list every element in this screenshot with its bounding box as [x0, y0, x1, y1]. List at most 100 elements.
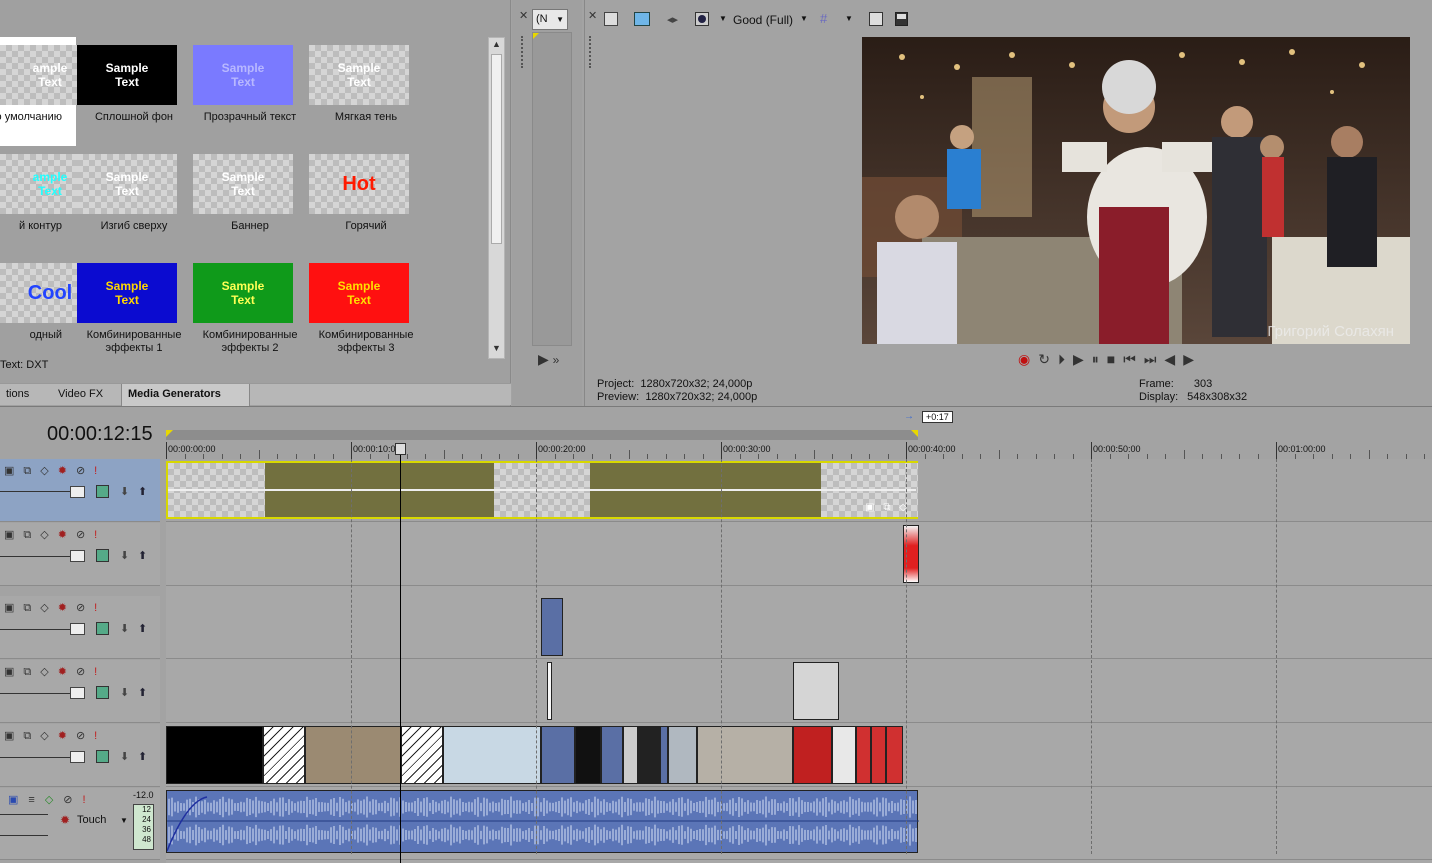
solo-icon[interactable]: !	[94, 529, 106, 541]
quality-chevron-down-icon[interactable]: ▼	[800, 14, 808, 23]
automation-mode-select[interactable]: Touch	[77, 814, 106, 826]
mute-icon[interactable]: ⊘	[76, 730, 94, 742]
preset-thumbnail[interactable]: Sample Text	[309, 263, 409, 323]
upload-track-icon[interactable]: ⬆	[138, 750, 147, 763]
track-fx-icon[interactable]: ✹	[58, 730, 76, 742]
mute-icon[interactable]: ⊘	[76, 602, 94, 614]
track-header[interactable]: ▣⧉◇✹⊘! ⬇ ⬆	[0, 660, 160, 723]
expand-track-icon[interactable]: ⬇	[120, 750, 129, 763]
preset-thumbnail[interactable]: Sample Text	[193, 45, 293, 105]
opacity-envelope[interactable]	[168, 489, 916, 491]
composite-mode-icon[interactable]: ▣	[4, 666, 23, 678]
video-clip-segment[interactable]	[443, 726, 541, 784]
generator-scrollbar[interactable]: ▲ ▼	[488, 37, 505, 359]
mute-icon[interactable]: ⊘	[76, 465, 94, 477]
upload-track-icon[interactable]: ⬆	[138, 549, 147, 562]
composite-mode-icon[interactable]: ▣	[4, 465, 23, 477]
track-media-icon[interactable]	[96, 549, 109, 562]
pause-icon[interactable]: ⏸	[1092, 351, 1107, 367]
audio-solo-icon[interactable]: !	[83, 794, 96, 806]
track-header[interactable]: ▣≡◇⊘! -12.0 ✹ Touch ▼ 12 24 36 48	[0, 788, 160, 860]
automation-gear-icon[interactable]: ✹	[60, 813, 70, 827]
timeline-timecode[interactable]: 00:00:12:15	[47, 423, 153, 446]
tab-media-generators[interactable]: Media Generators	[121, 384, 250, 406]
generator-preset[interactable]: Cool одный	[0, 255, 100, 359]
trimmer-timeline[interactable]	[532, 32, 572, 346]
level-slider-track[interactable]	[0, 556, 70, 557]
level-slider-thumb[interactable]	[70, 751, 85, 763]
preview-properties-icon[interactable]	[604, 12, 618, 26]
video-clip-segment[interactable]	[305, 726, 401, 784]
track-media-icon[interactable]	[96, 750, 109, 763]
make-compositing-child-icon[interactable]: ⧉	[23, 465, 40, 477]
video-clip-segment[interactable]	[638, 726, 660, 784]
video-clip-segment[interactable]	[886, 726, 903, 784]
preset-thumbnail[interactable]: Sample Text	[77, 45, 177, 105]
make-compositing-child-icon[interactable]: ⧉	[23, 529, 40, 541]
audio-fx-icon[interactable]: ◇	[45, 794, 63, 806]
make-compositing-child-icon[interactable]: ⧉	[23, 666, 40, 678]
track-motion-icon[interactable]: ◇	[40, 730, 57, 742]
generator-preset[interactable]: ample Text й контур	[0, 146, 100, 255]
scroll-down-icon[interactable]: ▼	[492, 343, 501, 353]
volume-slider-track[interactable]	[0, 814, 48, 815]
track-motion-icon[interactable]: ◇	[40, 529, 57, 541]
track-fx-icon[interactable]: ✹	[58, 666, 76, 678]
go-to-start-icon[interactable]: ⏮	[1123, 351, 1144, 367]
video-clip-segment[interactable]	[623, 726, 638, 784]
track-media-icon[interactable]	[96, 622, 109, 635]
track-header-buttons[interactable]: ▣⧉◇✹⊘!	[4, 464, 106, 478]
text-overlay-clip[interactable]	[793, 662, 839, 720]
preset-thumbnail[interactable]: Sample Text	[77, 263, 177, 323]
external-monitor-icon[interactable]	[634, 12, 650, 26]
track-fx-icon[interactable]: ✹	[58, 529, 76, 541]
track-motion-icon[interactable]: ◇	[40, 602, 57, 614]
track-header-buttons[interactable]: ▣⧉◇✹⊘!	[4, 528, 106, 542]
generator-preset[interactable]: Sample Text Прозрачный текст	[192, 37, 308, 146]
preset-thumbnail[interactable]: Sample Text	[193, 263, 293, 323]
track-header-buttons[interactable]: ▣⧉◇✹⊘!	[4, 729, 106, 743]
solo-icon[interactable]: !	[94, 666, 106, 678]
solo-icon[interactable]: !	[94, 465, 106, 477]
play-from-start-icon[interactable]: ⏵	[1058, 351, 1073, 367]
title-clip[interactable]: ▣ ⧉ ◇	[166, 461, 918, 519]
level-slider-thumb[interactable]	[70, 623, 85, 635]
time-ruler[interactable]: 00:00:00:00 00:00:10:00 00:00:20:00 00:00:3…	[166, 430, 1432, 460]
generator-preset[interactable]: Hot Горячий	[308, 146, 424, 255]
previous-frame-icon[interactable]: ◀	[1164, 351, 1183, 367]
audio-mute-icon[interactable]: ⊘	[63, 794, 82, 806]
video-clip-segment[interactable]	[856, 726, 871, 784]
video-clip-segment[interactable]	[166, 726, 263, 784]
generator-preset[interactable]: Sample Text Комбинированные эффекты 3	[308, 255, 424, 359]
make-compositing-child-icon[interactable]: ⧉	[23, 730, 40, 742]
play-icon[interactable]: ▶	[1073, 351, 1092, 367]
playhead-handle[interactable]	[395, 443, 406, 455]
playhead-cursor[interactable]	[400, 445, 401, 863]
track-fx-icon[interactable]: ✹	[58, 602, 76, 614]
preview-quality-select[interactable]: Good (Full)	[733, 13, 793, 27]
track-lane[interactable]	[166, 523, 1432, 586]
stop-icon[interactable]: ■	[1107, 351, 1123, 367]
video-clip-segment[interactable]	[793, 726, 832, 784]
upload-track-icon[interactable]: ⬆	[138, 485, 147, 498]
generator-preset[interactable]: Sample Text Сплошной фон	[76, 37, 192, 146]
video-clip-segment[interactable]	[668, 726, 697, 784]
record-icon[interactable]: ◉	[1018, 351, 1038, 367]
video-clip-segment[interactable]	[660, 726, 668, 784]
close-preview-icon[interactable]: ✕	[588, 9, 597, 22]
pan-slider-track[interactable]	[0, 835, 48, 836]
video-clip[interactable]	[541, 598, 563, 656]
solo-icon[interactable]: !	[94, 730, 106, 742]
level-slider-track[interactable]	[0, 693, 70, 694]
level-slider-thumb[interactable]	[70, 486, 85, 498]
loop-icon[interactable]: ↻	[1038, 351, 1058, 367]
generator-preset[interactable]: Sample Text Мягкая тень	[308, 37, 424, 146]
upload-track-icon[interactable]: ⬆	[138, 622, 147, 635]
tab-transitions[interactable]: tions	[0, 384, 35, 406]
expand-track-icon[interactable]: ⬇	[120, 549, 129, 562]
composite-mode-icon[interactable]: ▣	[4, 529, 23, 541]
level-slider-track[interactable]	[0, 629, 70, 630]
expand-track-icon[interactable]: ⬇	[120, 686, 129, 699]
video-clip-segment[interactable]	[263, 726, 305, 784]
track-header-buttons[interactable]: ▣⧉◇✹⊘!	[4, 665, 106, 679]
